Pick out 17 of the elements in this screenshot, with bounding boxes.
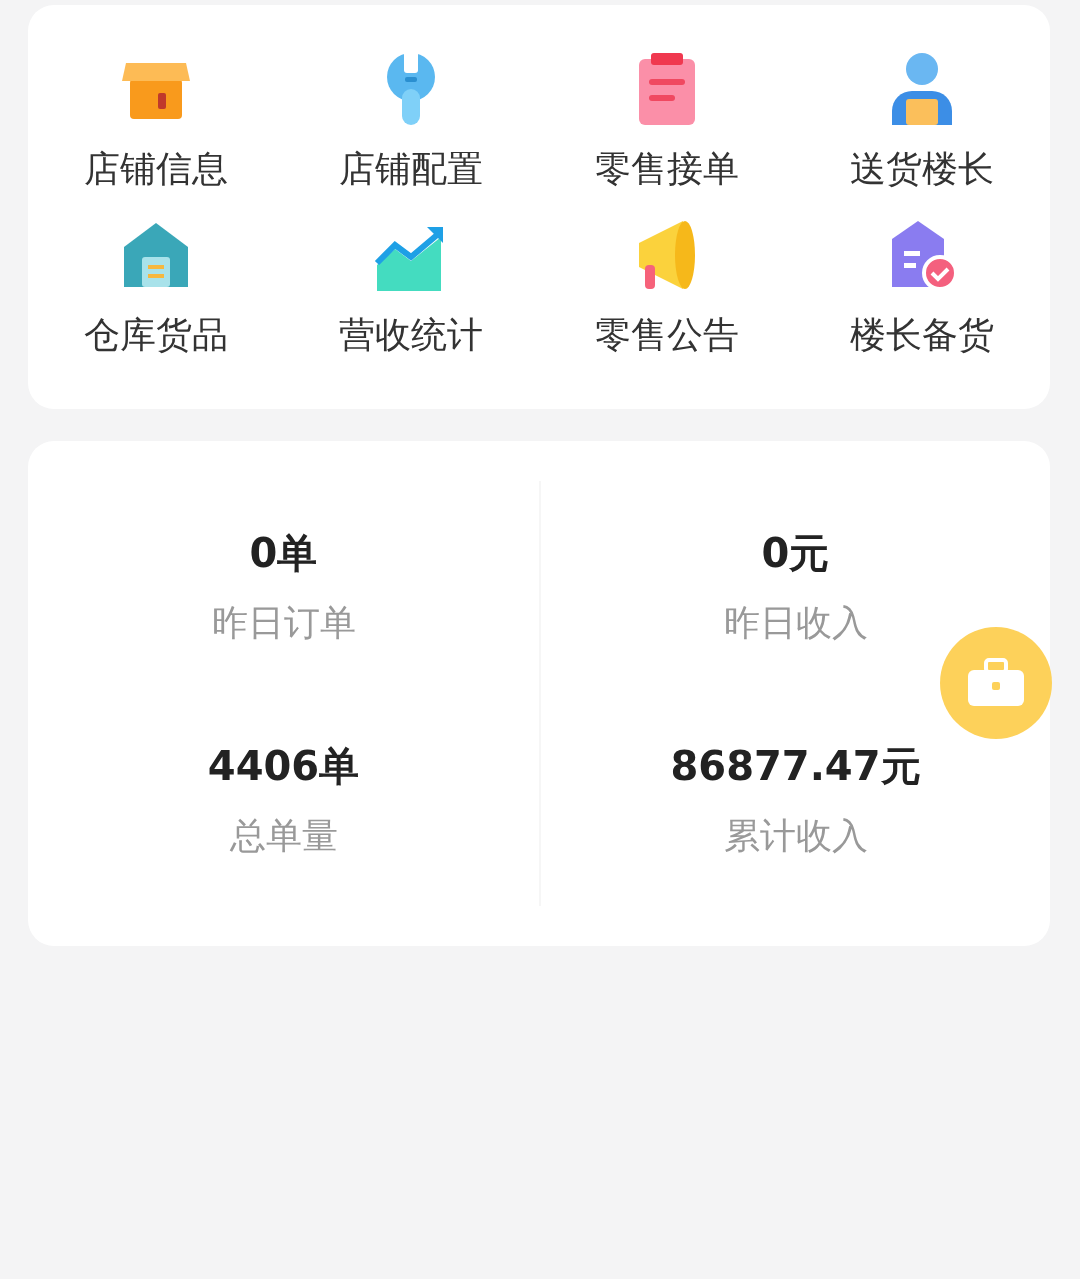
stat-value: 0单 bbox=[249, 529, 318, 579]
menu-item[interactable]: 零售接单 bbox=[539, 49, 795, 193]
stat-label: 累计收入 bbox=[723, 813, 868, 858]
stat-value: 4406单 bbox=[207, 741, 360, 791]
stat-value: 0元 bbox=[761, 529, 830, 579]
stat-label: 昨日订单 bbox=[211, 601, 356, 646]
menu-item[interactable]: 送货楼长 bbox=[794, 49, 1050, 193]
stat-value: 86877.47元 bbox=[670, 741, 921, 791]
menu-item[interactable]: 零售公告 bbox=[539, 215, 795, 359]
menu-item[interactable]: 店铺信息 bbox=[28, 49, 284, 193]
menu-item[interactable]: 店铺配置 bbox=[283, 49, 539, 193]
stat-label: 总单量 bbox=[229, 813, 338, 858]
stat-label: 昨日收入 bbox=[723, 601, 868, 646]
menu-item[interactable]: 仓库货品 bbox=[28, 215, 284, 359]
menu-item[interactable]: 楼长备货 bbox=[794, 215, 1050, 359]
menu-item[interactable]: 营收统计 bbox=[283, 215, 539, 359]
briefcase-icon bbox=[966, 658, 1026, 708]
